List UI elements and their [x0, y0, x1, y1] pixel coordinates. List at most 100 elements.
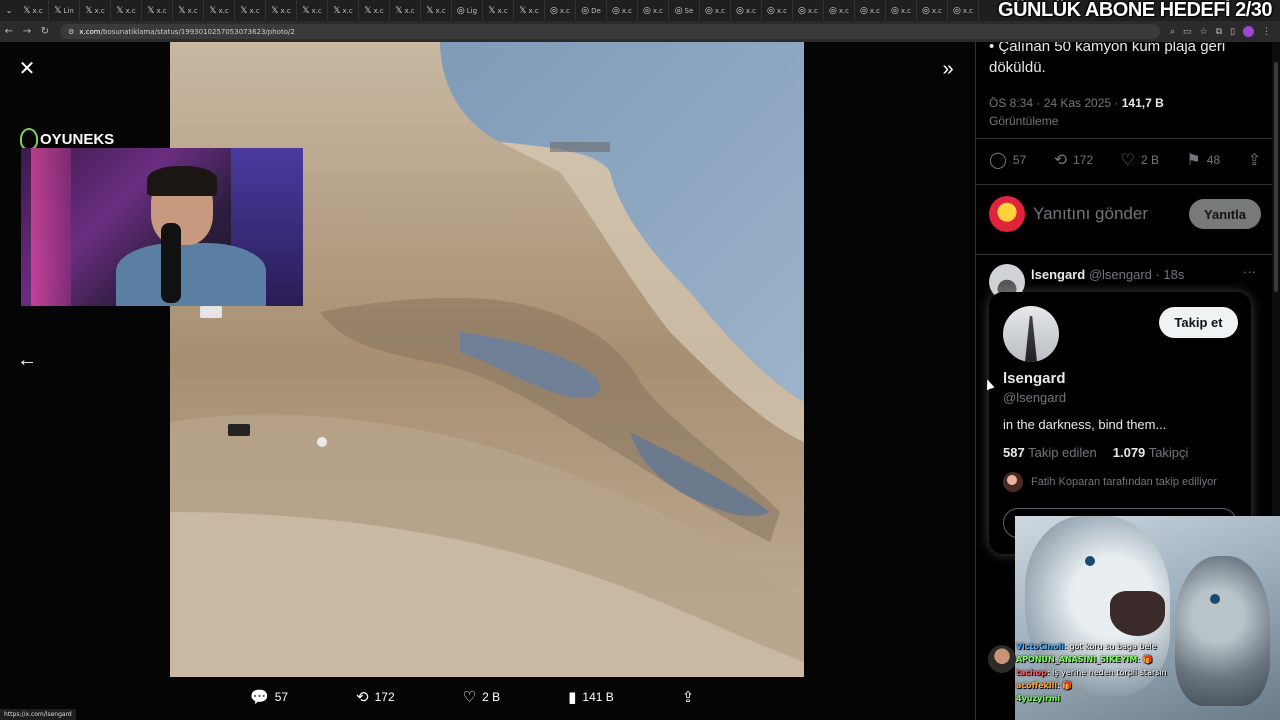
divider — [976, 138, 1272, 139]
browser-tab[interactable]: ◎ x.c — [948, 0, 979, 21]
back-icon[interactable]: ← — [0, 21, 18, 42]
chat-text: : got koru su baga bele — [1064, 642, 1157, 651]
browser-tab[interactable]: 𝕏x.c — [297, 0, 328, 21]
hover-card-bio: in the darkness, bind them... — [1003, 417, 1167, 432]
zoom-icon[interactable]: ⌕ — [1170, 26, 1175, 37]
close-icon[interactable]: ✕ — [17, 59, 37, 79]
browser-tab[interactable]: 𝕏x.c — [359, 0, 390, 21]
share-stat-button[interactable]: ⇪ — [1248, 150, 1261, 169]
reload-icon[interactable]: ↻ — [36, 21, 54, 42]
followers-link[interactable]: 1.079 Takipçi — [1113, 445, 1189, 460]
browser-tab[interactable]: ◎ x.c — [762, 0, 793, 21]
browser-tab[interactable]: 𝕏 Lin — [49, 0, 80, 21]
retweet-stat-button[interactable]: ⟲ 172 — [1054, 150, 1093, 169]
x-icon: 𝕏 — [395, 5, 403, 16]
browser-tab[interactable]: ◎ x.c — [700, 0, 731, 21]
browser-tab[interactable]: 𝕏x.c — [111, 0, 142, 21]
browser-tab[interactable]: ◎ Se — [669, 0, 700, 21]
browser-tab[interactable]: 𝕏x.c — [328, 0, 359, 21]
browser-tab[interactable]: 𝕏x.c — [266, 0, 297, 21]
browser-tab[interactable]: ◎ x.c — [886, 0, 917, 21]
hover-card-handle[interactable]: @lsengard — [1003, 390, 1066, 405]
globe-icon: ◎ — [456, 5, 465, 16]
tweet-photo — [170, 42, 804, 677]
browser-tab[interactable]: 𝕏x.c — [483, 0, 514, 21]
my-avatar[interactable] — [989, 196, 1025, 232]
viewer-like-button[interactable]: ♡ 2 B — [463, 688, 500, 706]
extensions-icon[interactable]: ⧉ — [1216, 26, 1222, 37]
browser-tab[interactable]: ◎ x.c — [917, 0, 948, 21]
viewer-retweet-button[interactable]: ⟲ 172 — [356, 688, 395, 706]
browser-tab-label: x.c — [807, 6, 819, 15]
browser-tab[interactable]: 𝕏x.c — [80, 0, 111, 21]
following-count: 587 — [1003, 445, 1025, 460]
followed-by[interactable]: Fatih Koparan tarafından takip ediliyor — [1003, 472, 1217, 492]
browser-tab[interactable]: ◎ x.c — [855, 0, 886, 21]
hover-card-avatar[interactable] — [1003, 306, 1059, 362]
tower-image — [1025, 316, 1037, 362]
chat-username: 4yuzyirmi — [1016, 694, 1061, 703]
stream-chat: VictoCinoli: got koru su baga bele APONUN… — [988, 640, 1208, 705]
browser-tab[interactable]: 𝕏x.c — [142, 0, 173, 21]
globe-icon: ◎ — [549, 5, 558, 16]
browser-tab[interactable]: 𝕏x.c — [235, 0, 266, 21]
browser-tab[interactable]: ◎ x.c — [824, 0, 855, 21]
sidepanel-icon[interactable]: ▯ — [1230, 26, 1235, 37]
divider — [976, 184, 1272, 185]
browser-tab[interactable]: ◎ x.c — [545, 0, 576, 21]
cast-icon[interactable]: ▭ — [1183, 26, 1192, 37]
browser-tab[interactable]: 𝕏x.c — [18, 0, 49, 21]
browser-tab[interactable]: ◎ x.c — [638, 0, 669, 21]
browser-tab-label: x.c — [497, 6, 508, 15]
forward-icon[interactable]: → — [18, 21, 36, 42]
browser-tab[interactable]: ◎ x.c — [607, 0, 638, 21]
tweet-time[interactable]: ÖS 8:34 · 24 Kas 2025 · — [989, 96, 1122, 110]
reply-author-name[interactable]: lsengard — [1031, 267, 1085, 282]
bookmark-icon: ⚑ — [1186, 150, 1201, 169]
like-stat-button[interactable]: ♡ 2 B — [1121, 150, 1159, 169]
previous-photo-icon[interactable]: ← — [16, 349, 38, 371]
bookmark-stat-button[interactable]: ⚑ 48 — [1186, 150, 1220, 169]
tweet-views-label: Görüntüleme — [989, 114, 1059, 128]
chat-username: tachop — [1016, 668, 1047, 677]
x-icon: 𝕏 — [426, 5, 434, 16]
hover-card-name[interactable]: lsengard — [1003, 370, 1066, 387]
viewer-views-button[interactable]: ▮ 141 B — [568, 688, 614, 706]
browser-tab[interactable]: ◎ x.c — [731, 0, 762, 21]
scrollbar-thumb[interactable] — [1274, 62, 1278, 292]
browser-tab-label: x.c — [838, 6, 850, 15]
browser-tab[interactable]: 𝕏x.c — [390, 0, 421, 21]
reply-submit-button[interactable]: Yanıtla — [1189, 199, 1261, 229]
browser-tab[interactable]: 𝕏x.c — [204, 0, 235, 21]
reply-stat-button[interactable]: ◯ 57 — [989, 150, 1026, 169]
profile-avatar[interactable] — [1243, 26, 1255, 37]
viewer-share-button[interactable]: ⇪ — [682, 688, 695, 706]
views-icon: ▮ — [568, 688, 577, 706]
webcam-person-hair — [147, 166, 217, 196]
reply-input[interactable]: Yanıtını gönder — [1033, 204, 1189, 224]
x-icon: 𝕏 — [302, 5, 310, 16]
following-link[interactable]: 587 Takip edilen — [1003, 445, 1097, 460]
bookmark-star-icon[interactable]: ☆ — [1200, 26, 1208, 37]
browser-tab[interactable]: ◎ De — [576, 0, 607, 21]
reply-author-handle[interactable]: @lsengard · 18s — [1089, 267, 1185, 282]
site-info-icon[interactable]: ⚙ — [68, 28, 74, 36]
browser-menu-icon[interactable]: ⋮ — [1262, 26, 1271, 37]
browser-tab[interactable]: 𝕏x.c — [173, 0, 204, 21]
expand-panel-icon[interactable]: » — [936, 57, 960, 81]
more-options-icon[interactable]: ··· — [1243, 264, 1256, 279]
retweet-icon: ⟲ — [356, 688, 369, 706]
browser-tab[interactable]: ◎ Lig — [452, 0, 483, 21]
browser-tab[interactable]: 𝕏x.c — [421, 0, 452, 21]
viewer-reply-button[interactable]: 💬 57 — [250, 688, 288, 706]
browser-tab[interactable]: ◎ x.c — [793, 0, 824, 21]
x-icon: 𝕏 — [271, 5, 279, 16]
tab-search-icon[interactable]: ⌄ — [0, 0, 18, 21]
follow-button[interactable]: Takip et — [1159, 307, 1238, 338]
user-hover-card: Takip et lsengard @lsengard in the darkn… — [989, 292, 1251, 554]
beach-aerial-image — [170, 42, 804, 677]
status-bar-url: https://x.com/lsengard — [0, 709, 76, 720]
address-bar[interactable]: ⚙ x.com /bosunatiklama/status/1993010257… — [60, 24, 1160, 39]
browser-tab[interactable]: 𝕏x.c — [514, 0, 545, 21]
x-icon: 𝕏 — [116, 5, 124, 16]
